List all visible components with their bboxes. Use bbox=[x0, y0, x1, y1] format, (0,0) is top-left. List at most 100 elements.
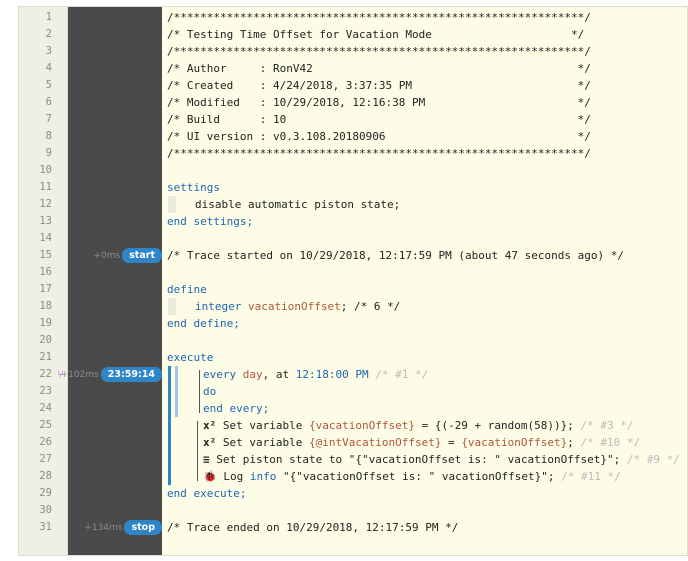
code-line: 5 /* Created : 4/24/2018, 3:37:35 PM */ bbox=[19, 77, 687, 94]
code-text[interactable]: /* Author : RonV42 */ bbox=[167, 60, 591, 77]
code-text[interactable]: execute bbox=[167, 349, 213, 366]
code-line: 7 /* Build : 10 */ bbox=[19, 111, 687, 128]
trace-badge[interactable]: 23:59:14 bbox=[100, 367, 162, 382]
code-text[interactable]: define bbox=[167, 281, 207, 298]
code-text[interactable]: /* UI version : v0.3.108.20180906 */ bbox=[167, 128, 591, 145]
line-number: 4 bbox=[45, 62, 52, 74]
code-line: 11 settings bbox=[19, 179, 687, 196]
bug-icon: 🐞 bbox=[203, 470, 217, 483]
line-number: 20 bbox=[39, 334, 52, 346]
line-number: 15 bbox=[39, 249, 52, 261]
code-text[interactable]: /***************************************… bbox=[167, 9, 591, 26]
comment-token: /* #9 */ bbox=[626, 453, 680, 466]
code-token: end settings; bbox=[167, 215, 254, 228]
keyword-token: integer bbox=[195, 300, 242, 313]
code-line: 13 end settings; bbox=[19, 213, 687, 230]
code-text[interactable]: /* Modified : 10/29/2018, 12:16:38 PM */ bbox=[167, 94, 591, 111]
fork-icon: ⑂ bbox=[57, 368, 64, 381]
code-text[interactable]: disable automatic piston state; bbox=[195, 196, 400, 213]
code-token: "{"vacationOffset is: " vacationOffset}"… bbox=[276, 470, 555, 483]
code-line: 17 define bbox=[19, 281, 687, 298]
trace-badge[interactable]: start bbox=[122, 248, 162, 263]
code-token: execute bbox=[167, 351, 214, 364]
variable-token: {vacationOffset} bbox=[308, 419, 415, 432]
code-text[interactable]: every day, at 12:18:00 PM /* #1 */ bbox=[203, 366, 428, 383]
variable-token: day bbox=[242, 368, 263, 381]
code-text[interactable]: /* Trace started on 10/29/2018, 12:17:59… bbox=[167, 247, 624, 264]
code-line: 8 /* UI version : v0.3.108.20180906 */ bbox=[19, 128, 687, 145]
code-token: ; bbox=[567, 436, 574, 449]
statement-bracket bbox=[197, 421, 198, 481]
trace-time: +0ms bbox=[93, 250, 121, 261]
line-number: 3 bbox=[45, 45, 52, 57]
code-text[interactable]: integer vacationOffset; /* 6 */ bbox=[195, 298, 400, 315]
line-number: 12 bbox=[39, 198, 52, 210]
comment-token: /* #1 */ bbox=[375, 368, 429, 381]
code-line: 1 /**************************************… bbox=[19, 9, 687, 26]
line-number: 5 bbox=[45, 79, 52, 91]
keyword-token: info bbox=[249, 470, 277, 483]
code-text[interactable]: ≡ Set piston state to "{"vacationOffset … bbox=[203, 451, 680, 468]
execute-block-bar bbox=[168, 366, 171, 485]
trace-time: +102ms bbox=[60, 369, 99, 380]
time-token: 12:18:00 PM bbox=[295, 368, 369, 381]
code-text[interactable]: /***************************************… bbox=[167, 43, 591, 60]
code-line: 4 /* Author : RonV42 */ bbox=[19, 60, 687, 77]
code-token: Log bbox=[223, 470, 244, 483]
code-text[interactable]: end define; bbox=[167, 315, 240, 332]
line-number: 18 bbox=[39, 300, 52, 312]
code-text[interactable]: /* Testing Time Offset for Vacation Mode… bbox=[167, 26, 584, 43]
comment-token: /* #3 */ bbox=[580, 419, 634, 432]
code-token: end execute; bbox=[167, 487, 247, 500]
code-token: /* Modified : 10/29/2018, 12:16:38 PM */ bbox=[167, 96, 591, 109]
code-text[interactable]: x² Set variable {vacationOffset} = {(-29… bbox=[203, 417, 634, 434]
code-line: 29 end execute; bbox=[19, 485, 687, 502]
code-token: /***************************************… bbox=[167, 45, 591, 58]
code-token: /***************************************… bbox=[167, 147, 591, 160]
code-token: /* UI version : v0.3.108.20180906 */ bbox=[167, 130, 591, 143]
code-text[interactable]: /* Build : 10 */ bbox=[167, 111, 591, 128]
code-text[interactable]: end every; bbox=[203, 400, 269, 417]
code-text[interactable]: 🐞 Log info "{"vacationOffset is: " vacat… bbox=[203, 468, 621, 485]
code-text[interactable]: end settings; bbox=[167, 213, 253, 230]
every-block-bar bbox=[175, 366, 178, 417]
code-token: /* Created : 4/24/2018, 3:37:35 PM */ bbox=[167, 79, 591, 92]
code-line: 27 ≡ Set piston state to "{"vacationOffse… bbox=[19, 451, 687, 468]
code-text[interactable]: settings bbox=[167, 179, 220, 196]
code-line: 19 end define; bbox=[19, 315, 687, 332]
code-token: do bbox=[203, 385, 217, 398]
line-number: 16 bbox=[39, 266, 52, 278]
line-number: 2 bbox=[45, 28, 52, 40]
code-token: define bbox=[167, 283, 207, 296]
code-token: = bbox=[441, 436, 462, 449]
variable-token: vacationOffset bbox=[247, 300, 341, 313]
line-number: 19 bbox=[39, 317, 52, 329]
set-variable-icon: x² bbox=[203, 436, 217, 449]
indent-guide bbox=[168, 298, 176, 315]
code-text[interactable]: /* Created : 4/24/2018, 3:37:35 PM */ bbox=[167, 77, 591, 94]
line-number: 28 bbox=[39, 470, 52, 482]
code-text[interactable]: end execute; bbox=[167, 485, 246, 502]
code-token: , at bbox=[262, 368, 290, 381]
code-text[interactable]: /* Trace ended on 10/29/2018, 12:17:59 P… bbox=[167, 519, 458, 536]
line-number: 10 bbox=[39, 164, 52, 176]
code-text[interactable]: /***************************************… bbox=[167, 145, 591, 162]
line-number: 17 bbox=[39, 283, 52, 295]
code-text[interactable]: x² Set variable {@intVacationOffset} = {… bbox=[203, 434, 640, 451]
code-line: 24 end every; bbox=[19, 400, 687, 417]
code-text[interactable]: do bbox=[203, 383, 216, 400]
comment-token: /* #11 */ bbox=[561, 470, 621, 483]
code-token: /* Trace ended on 10/29/2018, 12:17:59 P… bbox=[167, 521, 459, 534]
code-token: /***************************************… bbox=[167, 11, 591, 24]
trace-time: +134ms bbox=[84, 522, 123, 533]
code-token: end every; bbox=[203, 402, 270, 415]
line-number: 14 bbox=[39, 232, 52, 244]
code-line: 14 bbox=[19, 230, 687, 247]
code-token: disable automatic piston state; bbox=[195, 198, 401, 211]
trace-badge[interactable]: stop bbox=[124, 520, 162, 535]
line-number: 13 bbox=[39, 215, 52, 227]
